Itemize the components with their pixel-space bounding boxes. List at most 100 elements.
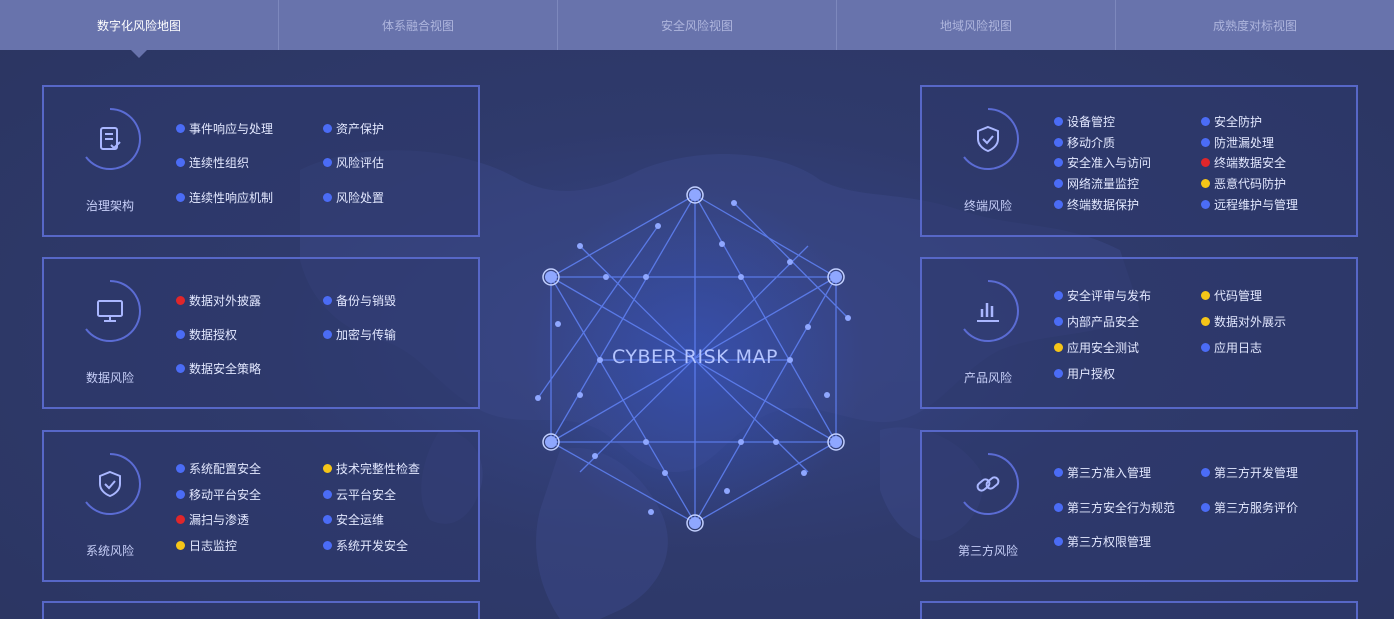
- risk-item[interactable]: 远程维护与管理: [1201, 196, 1298, 213]
- risk-item[interactable]: 风险处置: [323, 189, 384, 206]
- card-third-party-risk[interactable]: 第三方风险 第三方准入管理 第三方开发管理 第三方安全行为规范 第三方服务评价 …: [920, 430, 1358, 582]
- category-title: 系统风险: [85, 544, 134, 558]
- risk-item[interactable]: 资产保护: [323, 120, 384, 137]
- status-dot: [323, 490, 332, 499]
- risk-item-label: 资产保护: [336, 122, 385, 136]
- risk-item-label: 第三方权限管理: [1067, 535, 1152, 549]
- risk-item[interactable]: 应用日志: [1201, 339, 1262, 356]
- category-title: 第三方风险: [957, 544, 1018, 558]
- risk-item[interactable]: 技术完整性检查: [323, 460, 420, 477]
- card-partial-right[interactable]: [920, 601, 1358, 619]
- risk-item[interactable]: 移动介质: [1054, 134, 1115, 151]
- risk-item-label: 第三方安全行为规范: [1067, 501, 1176, 515]
- risk-item-label: 远程维护与管理: [1214, 198, 1299, 212]
- risk-item[interactable]: 内部产品安全: [1054, 313, 1139, 330]
- category-title: 治理架构: [85, 199, 134, 213]
- risk-item-label: 终端数据安全: [1214, 156, 1287, 170]
- risk-item-label: 应用日志: [1214, 341, 1263, 355]
- risk-item-label: 内部产品安全: [1067, 315, 1140, 329]
- risk-item[interactable]: 第三方开发管理: [1201, 464, 1298, 481]
- card-system-risk[interactable]: 系统风险 系统配置安全 技术完整性检查 移动平台安全 云平台安全 漏扫与渗透 安…: [42, 430, 480, 582]
- category-title: 数据风险: [85, 371, 134, 385]
- status-dot: [323, 158, 332, 167]
- third-party-risk-icon-ring: [956, 452, 1020, 516]
- risk-item-label: 应用安全测试: [1067, 341, 1140, 355]
- risk-item[interactable]: 系统开发安全: [323, 537, 408, 554]
- risk-item-label: 数据授权: [189, 328, 238, 342]
- tab-security-risk-view[interactable]: 安全风险视图: [558, 0, 837, 50]
- card-product-risk[interactable]: 产品风险 安全评审与发布 代码管理 内部产品安全 数据对外展示 应用安全测试 应…: [920, 257, 1358, 409]
- status-dot: [176, 490, 185, 499]
- risk-item[interactable]: 终端数据保护: [1054, 196, 1139, 213]
- endpoint-risk-icon-ring: [956, 107, 1020, 171]
- risk-item-label: 加密与传输: [336, 328, 397, 342]
- risk-item-label: 用户授权: [1067, 367, 1116, 381]
- risk-item[interactable]: 系统配置安全: [176, 460, 261, 477]
- view-tabs: 数字化风险地图 体系融合视图 安全风险视图 地域风险视图 成熟度对标视图: [0, 0, 1394, 58]
- product-risk-icon-ring: [956, 279, 1020, 343]
- risk-item[interactable]: 连续性组织: [176, 154, 249, 171]
- status-dot: [1054, 179, 1063, 188]
- risk-item[interactable]: 风险评估: [323, 154, 384, 171]
- status-dot: [1054, 537, 1063, 546]
- risk-item[interactable]: 数据安全策略: [176, 360, 261, 377]
- risk-item[interactable]: 加密与传输: [323, 326, 396, 343]
- risk-item[interactable]: 第三方服务评价: [1201, 499, 1298, 516]
- risk-item[interactable]: 恶意代码防护: [1201, 175, 1286, 192]
- risk-item[interactable]: 第三方安全行为规范: [1054, 499, 1175, 516]
- risk-item[interactable]: 云平台安全: [323, 486, 396, 503]
- risk-item[interactable]: 数据对外展示: [1201, 313, 1286, 330]
- risk-item[interactable]: 数据对外披露: [176, 292, 261, 309]
- status-dot: [323, 296, 332, 305]
- card-partial-left[interactable]: [42, 601, 480, 619]
- risk-item[interactable]: 终端数据安全: [1201, 154, 1286, 171]
- risk-item[interactable]: 第三方准入管理: [1054, 464, 1151, 481]
- card-governance[interactable]: 治理架构 事件响应与处理 资产保护 连续性组织 风险评估 连续性响应机制 风险处…: [42, 85, 480, 237]
- status-dot: [1054, 468, 1063, 477]
- risk-item[interactable]: 日志监控: [176, 537, 237, 554]
- status-dot: [1201, 317, 1210, 326]
- status-dot: [1201, 179, 1210, 188]
- system-risk-icon-ring: [78, 452, 142, 516]
- risk-item[interactable]: 连续性响应机制: [176, 189, 273, 206]
- risk-item-label: 连续性响应机制: [189, 191, 274, 205]
- risk-item[interactable]: 数据授权: [176, 326, 237, 343]
- risk-item[interactable]: 用户授权: [1054, 365, 1115, 382]
- risk-item-label: 日志监控: [189, 539, 238, 553]
- risk-item[interactable]: 备份与销毁: [323, 292, 396, 309]
- status-dot: [1054, 158, 1063, 167]
- bar-chart-icon: [977, 303, 999, 322]
- tab-digital-risk-map[interactable]: 数字化风险地图: [0, 0, 279, 58]
- risk-item-label: 数据对外展示: [1214, 315, 1287, 329]
- risk-item-label: 防泄漏处理: [1214, 136, 1275, 150]
- risk-item[interactable]: 漏扫与渗透: [176, 511, 249, 528]
- status-dot: [1054, 503, 1063, 512]
- card-endpoint-risk[interactable]: 终端风险 设备管控 安全防护 移动介质 防泄漏处理 安全准入与访问 终端数据安全…: [920, 85, 1358, 237]
- risk-item[interactable]: 防泄漏处理: [1201, 134, 1274, 151]
- risk-item-label: 备份与销毁: [336, 294, 397, 308]
- status-dot: [1054, 317, 1063, 326]
- risk-item-label: 风险处置: [336, 191, 385, 205]
- risk-item[interactable]: 安全运维: [323, 511, 384, 528]
- risk-item[interactable]: 设备管控: [1054, 113, 1115, 130]
- risk-item[interactable]: 安全防护: [1201, 113, 1262, 130]
- risk-item[interactable]: 安全准入与访问: [1054, 154, 1151, 171]
- category-title: 产品风险: [963, 371, 1012, 385]
- risk-item[interactable]: 移动平台安全: [176, 486, 261, 503]
- risk-item[interactable]: 代码管理: [1201, 287, 1262, 304]
- risk-item[interactable]: 第三方权限管理: [1054, 533, 1151, 550]
- status-dot: [1054, 138, 1063, 147]
- risk-item-label: 事件响应与处理: [189, 122, 274, 136]
- risk-item[interactable]: 网络流量监控: [1054, 175, 1139, 192]
- tab-regional-risk-view[interactable]: 地域风险视图: [837, 0, 1116, 50]
- risk-item[interactable]: 安全评审与发布: [1054, 287, 1151, 304]
- tab-maturity-benchmark-view[interactable]: 成熟度对标视图: [1116, 0, 1394, 50]
- status-dot: [176, 158, 185, 167]
- status-dot: [1054, 343, 1063, 352]
- card-data-risk[interactable]: 数据风险 数据对外披露 备份与销毁 数据授权 加密与传输 数据安全策略: [42, 257, 480, 409]
- risk-item-label: 安全准入与访问: [1067, 156, 1152, 170]
- tab-system-fusion-view[interactable]: 体系融合视图: [279, 0, 558, 50]
- status-dot: [176, 515, 185, 524]
- risk-item[interactable]: 事件响应与处理: [176, 120, 273, 137]
- risk-item[interactable]: 应用安全测试: [1054, 339, 1139, 356]
